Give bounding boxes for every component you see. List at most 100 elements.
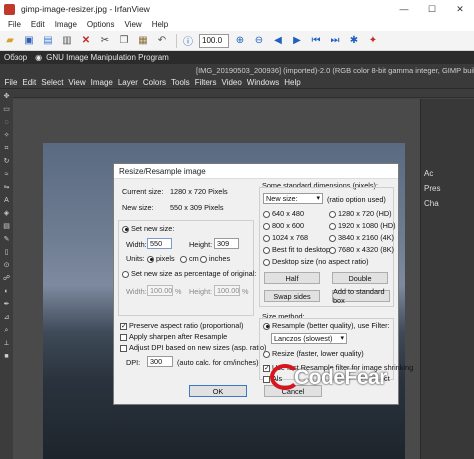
delete-icon[interactable]: ✕: [78, 33, 94, 49]
gimp-menu-image[interactable]: Image: [88, 78, 115, 87]
smudge-tool-icon[interactable]: ☍: [2, 274, 11, 283]
foreground-color-icon[interactable]: ■: [2, 352, 11, 361]
gimp-menu-video[interactable]: Video: [219, 78, 244, 87]
dim-3840-radio[interactable]: [329, 234, 336, 242]
unit-pixels-radio[interactable]: [147, 255, 154, 263]
swap-sides-button[interactable]: Swap sides: [264, 290, 320, 302]
set-new-size-radio[interactable]: [122, 225, 129, 233]
dim-800-option[interactable]: 800 x 600: [263, 221, 304, 230]
rotate-tool-icon[interactable]: ↻: [2, 157, 11, 166]
save-icon[interactable]: ▣: [21, 33, 37, 49]
best-fit-radio[interactable]: [263, 246, 270, 254]
unit-inches-radio[interactable]: [200, 255, 207, 263]
pct-width-input[interactable]: 100.00: [147, 285, 173, 296]
apply-sharpen-option[interactable]: Apply sharpen after Resample: [120, 332, 227, 341]
dim-1280-radio[interactable]: [329, 210, 336, 218]
gradient-tool-icon[interactable]: ▤: [2, 222, 11, 231]
flip-tool-icon[interactable]: ⇋: [2, 183, 11, 192]
maximize-button[interactable]: ☐: [418, 0, 446, 18]
double-button[interactable]: Double: [332, 272, 388, 284]
copy-icon[interactable]: ❐: [116, 33, 132, 49]
unit-inches-option[interactable]: inches: [200, 254, 230, 263]
apply-sharpen-checkbox[interactable]: [120, 333, 127, 341]
dim-7680-radio[interactable]: [329, 246, 336, 254]
gimp-menu-windows[interactable]: Windows: [244, 78, 281, 87]
adjust-dpi-checkbox[interactable]: [120, 344, 127, 352]
dim-1024-option[interactable]: 1024 x 768: [263, 233, 308, 242]
gimp-menu-tools[interactable]: Tools: [169, 78, 193, 87]
gimp-menu-help[interactable]: Help: [282, 78, 303, 87]
print-icon[interactable]: ▥: [59, 33, 75, 49]
next-icon[interactable]: ▶: [289, 33, 305, 49]
dim-1280-option[interactable]: 1280 x 720 (HD): [329, 209, 392, 218]
resample-option[interactable]: Resample (better quality), use Filter:: [263, 321, 390, 330]
rect-select-tool-icon[interactable]: ▭: [2, 105, 11, 114]
new-size-select[interactable]: New size:: [263, 193, 323, 204]
gimp-menu-filters[interactable]: Filters: [192, 78, 219, 87]
dim-1920-option[interactable]: 1920 x 1080 (HD): [329, 221, 396, 230]
zoom-out-icon[interactable]: ⊖: [251, 33, 267, 49]
previous-icon[interactable]: ◀: [270, 33, 286, 49]
move-tool-icon[interactable]: ✥: [2, 92, 11, 101]
preserve-aspect-checkbox[interactable]: ✓: [120, 322, 127, 330]
gimp-menu-layer[interactable]: Layer: [115, 78, 140, 87]
adjust-dpi-option[interactable]: Adjust DPI based on new sizes (asp. rati…: [120, 343, 267, 352]
eraser-tool-icon[interactable]: ▯: [2, 248, 11, 257]
dim-7680-option[interactable]: 7680 x 4320 (8K): [329, 245, 394, 254]
filter-select[interactable]: Lanczos (slowest): [271, 333, 347, 344]
crop-tool-icon[interactable]: ⌗: [2, 144, 11, 153]
desktop-size-option[interactable]: Desktop size (no aspect ratio): [263, 257, 369, 266]
close-button[interactable]: ✕: [446, 0, 474, 18]
text-tool-icon[interactable]: A: [2, 196, 11, 205]
open-folder-icon[interactable]: ▰: [2, 33, 18, 49]
dim-1920-radio[interactable]: [329, 222, 336, 230]
paintbrush-tool-icon[interactable]: ✎: [2, 235, 11, 244]
clone-tool-icon[interactable]: ⊙: [2, 261, 11, 270]
best-fit-option[interactable]: Best fit to desktop: [263, 245, 330, 254]
cut-icon[interactable]: ✂: [97, 33, 113, 49]
first-icon[interactable]: ⏮: [308, 33, 324, 49]
dock-tab[interactable]: Ac: [421, 99, 474, 181]
lasso-tool-icon[interactable]: ◌: [2, 118, 11, 127]
unit-pixels-option[interactable]: pixels: [147, 254, 175, 263]
gimp-menu-file[interactable]: File: [2, 78, 20, 87]
add-standard-button[interactable]: Add to standard box: [332, 287, 390, 305]
set-percentage-option[interactable]: Set new size as percentage of original:: [122, 269, 256, 278]
warp-tool-icon[interactable]: ≈: [2, 170, 11, 179]
height-input[interactable]: 309: [214, 238, 239, 249]
dodge-tool-icon[interactable]: ◐: [2, 287, 11, 296]
measure-tool-icon[interactable]: ⟂: [2, 339, 11, 348]
set-percentage-radio[interactable]: [122, 270, 129, 278]
menu-help[interactable]: Help: [147, 20, 173, 29]
resample-radio[interactable]: [263, 322, 270, 330]
gimp-menu-colors[interactable]: Colors: [140, 78, 168, 87]
zoom-tool-icon[interactable]: ⌕: [2, 326, 11, 335]
unit-cm-radio[interactable]: [180, 255, 187, 263]
picker-tool-icon[interactable]: ⊿: [2, 313, 11, 322]
desktop-size-radio[interactable]: [263, 258, 270, 266]
minimize-button[interactable]: —: [390, 0, 418, 18]
preserve-aspect-option[interactable]: ✓ Preserve aspect ratio (proportional): [120, 321, 243, 330]
unit-cm-option[interactable]: cm: [180, 254, 199, 263]
resize-fast-option[interactable]: Resize (faster, lower quality): [263, 349, 364, 358]
fuzzy-select-tool-icon[interactable]: ✧: [2, 131, 11, 140]
settings-icon[interactable]: ✱: [346, 33, 362, 49]
gimp-menu-edit[interactable]: Edit: [20, 78, 39, 87]
menu-edit[interactable]: Edit: [26, 20, 50, 29]
dim-640-option[interactable]: 640 x 480: [263, 209, 304, 218]
width-input[interactable]: 550: [147, 238, 172, 249]
paste-icon[interactable]: ▦: [135, 33, 151, 49]
slideshow-icon[interactable]: ▤: [40, 33, 56, 49]
menu-options[interactable]: Options: [82, 20, 120, 29]
gimp-menu-view[interactable]: View: [66, 78, 88, 87]
dim-800-radio[interactable]: [263, 222, 270, 230]
half-button[interactable]: Half: [264, 272, 320, 284]
dim-1024-radio[interactable]: [263, 234, 270, 242]
dim-640-radio[interactable]: [263, 210, 270, 218]
menu-view[interactable]: View: [120, 20, 147, 29]
dpi-input[interactable]: 300: [147, 356, 173, 367]
info-icon[interactable]: ⓘ: [180, 33, 196, 49]
dim-3840-option[interactable]: 3840 x 2160 (4K): [329, 233, 394, 242]
zoom-in-icon[interactable]: ⊕: [232, 33, 248, 49]
set-new-size-option[interactable]: Set new size:: [122, 224, 174, 233]
